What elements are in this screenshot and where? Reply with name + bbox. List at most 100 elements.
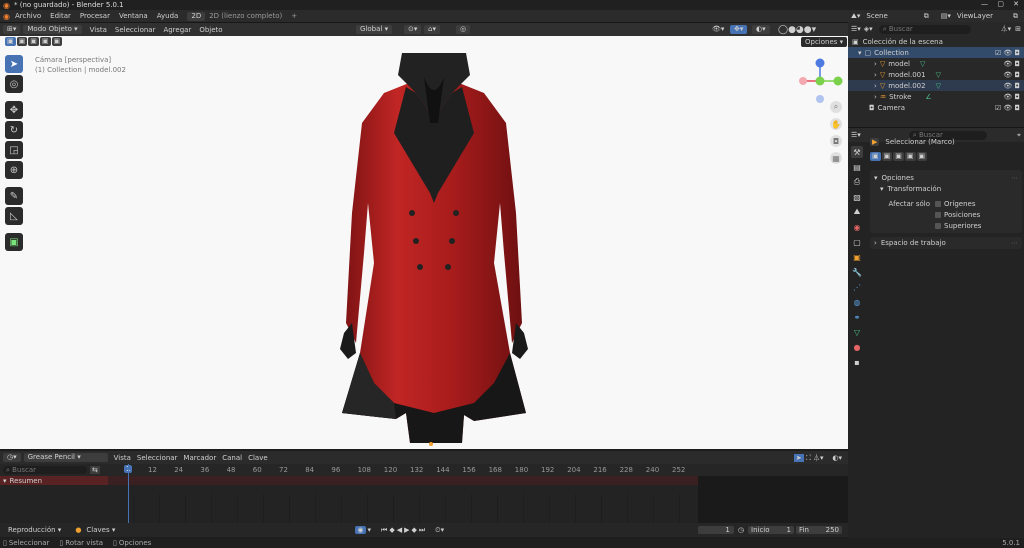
end-frame-field[interactable]: Fin 250 (796, 526, 842, 534)
menu-view[interactable]: Vista (90, 26, 107, 34)
mode-invert-icon[interactable]: ▣ (904, 151, 916, 161)
outliner-item-model[interactable]: › ▽ model ▽ 👁 ◘ (848, 58, 1024, 69)
cursor-tool[interactable]: ◎ (5, 75, 23, 93)
outliner-editor-icon[interactable]: ☰▾ (851, 25, 861, 33)
view-layer-icon[interactable]: ▤▾ (941, 12, 951, 20)
origins-checkbox[interactable] (935, 200, 941, 207)
scene-icon[interactable]: ⛰▾ (851, 12, 860, 21)
keyframe-area[interactable] (108, 494, 698, 523)
drag-handle-icon[interactable]: ⋯ (1011, 239, 1018, 247)
3d-viewport[interactable]: Cámara [perspectiva] (1) Collection | mo… (0, 23, 848, 449)
measure-tool[interactable]: ◺ (5, 207, 23, 225)
copy-layer-icon[interactable]: ⧉ (1013, 12, 1018, 21)
tool-tab-icon[interactable]: ⚒ (851, 146, 863, 158)
camera-icon[interactable]: ◘ (830, 135, 842, 147)
select-intersect-icon[interactable]: ▣ (51, 37, 63, 46)
timeline-editor-type-icon[interactable]: ◷▾ (3, 453, 21, 462)
output-tab-icon[interactable]: ⎙ (851, 176, 863, 188)
pivot-icon[interactable]: ⊙▾ (404, 25, 422, 34)
options-panel-header[interactable]: ▾ Opciones ⋯ (874, 172, 1018, 183)
grid-icon[interactable]: ▦ (830, 152, 842, 164)
expand-icon[interactable]: › (874, 82, 877, 90)
zoom-icon[interactable]: ⌕ (830, 101, 842, 113)
select-new-icon[interactable]: ▣ (5, 37, 16, 46)
add-cube-tool[interactable]: ▣ (5, 233, 23, 251)
constraints-tab-icon[interactable]: ⚭ (851, 311, 863, 323)
start-frame-field[interactable]: Inicio 1 (748, 526, 794, 534)
outliner-item-collection[interactable]: ▾ ▢ Collection ☑ 👁 ◘ (848, 47, 1024, 58)
select-box-tool[interactable]: ➤ (5, 55, 23, 73)
playback-controls[interactable]: ⏮◆◀▶◆⏭ (381, 526, 427, 535)
object-tab-icon[interactable]: ▣ (851, 251, 863, 263)
shading-modes[interactable]: ◯●◕●▾ (778, 25, 816, 35)
playback-dropdown[interactable]: Reproducción ▾ (8, 526, 61, 534)
add-workspace-icon[interactable]: + (291, 12, 297, 20)
mode-dropdown[interactable]: Modo Objeto ▾ (23, 25, 82, 34)
material-tab-icon[interactable]: ● (851, 341, 863, 353)
clock-icon[interactable]: ◷ (738, 526, 744, 534)
mode-extend-icon[interactable]: ▣ (881, 151, 893, 161)
outliner-item-stroke[interactable]: › ♒ Stroke ∠ 👁 ◘ (848, 91, 1024, 102)
loop-icon[interactable]: ⏲▾ (435, 526, 444, 535)
mode-new-icon[interactable]: ▣ (870, 151, 881, 161)
orientation-dropdown[interactable]: Global ▾ (356, 25, 393, 34)
expand-icon[interactable]: ▾ (858, 49, 862, 57)
filter-icon[interactable]: ⏃▾ (1001, 24, 1012, 34)
pan-icon[interactable]: ✋ (830, 118, 842, 130)
outliner-search[interactable]: ⌕ Buscar (878, 24, 971, 34)
workspace-panel-header[interactable]: › Espacio de trabajo ⋯ (870, 237, 1022, 249)
physics-tab-icon[interactable]: ◍ (851, 296, 863, 308)
keys-dropdown[interactable]: Claves ▾ (86, 526, 115, 534)
menu-object[interactable]: Objeto (199, 26, 222, 34)
close-icon[interactable]: ✕ (1013, 0, 1019, 8)
select-extend-icon[interactable]: ▣ (16, 37, 28, 46)
model-002-toggles[interactable]: 👁 ◘ (1003, 82, 1020, 90)
stroke-toggles[interactable]: 👁 ◘ (1003, 93, 1020, 101)
auto-key-icon[interactable]: ◉ (355, 526, 366, 534)
expand-icon[interactable]: › (874, 71, 877, 79)
select-subtract-icon[interactable]: ▣ (28, 37, 39, 46)
minimize-icon[interactable]: — (981, 0, 988, 8)
options-dropdown[interactable]: Opciones ▾ (801, 37, 848, 47)
data-tab-icon[interactable]: ▽ (851, 326, 863, 338)
overlay-icon[interactable]: ◐▾ (752, 25, 770, 34)
render-tab-icon[interactable]: ▤ (851, 161, 863, 173)
editor-type-icon[interactable]: ⊞▾ (3, 25, 21, 34)
timeline-mode-dropdown[interactable]: Grease Pencil ▾ (23, 453, 108, 462)
model-toggles[interactable]: 👁 ◘ (1003, 60, 1020, 68)
navigation-gizmo[interactable] (797, 58, 843, 104)
move-tool[interactable]: ✥ (5, 101, 23, 119)
mode-subtract-icon[interactable]: ▣ (893, 151, 904, 161)
expand-icon[interactable]: › (874, 93, 877, 101)
view-layer-name[interactable]: ViewLayer (957, 12, 993, 20)
menu-render[interactable]: Procesar (80, 12, 110, 20)
select-invert-icon[interactable]: ▣ (39, 37, 51, 46)
blender-menu-icon[interactable]: ◉ (3, 12, 10, 21)
auto-key-options-icon[interactable]: ▾ (368, 526, 372, 534)
scene-name[interactable]: Scene (866, 12, 887, 20)
outliner-scene-collection[interactable]: ▣ Colección de la escena (848, 36, 1024, 47)
properties-editor-icon[interactable]: ☰▾ (851, 131, 861, 139)
menu-file[interactable]: Archivo (15, 12, 41, 20)
timeline-search-box[interactable]: ⌕ Buscar ⇆ (0, 464, 108, 476)
timeline-filter-icons[interactable]: ➤ ⛶ ⏃▾ ◐▾ (793, 453, 842, 463)
expand-icon[interactable]: › (874, 60, 877, 68)
collection-tab-icon[interactable]: ▢ (851, 236, 863, 248)
tab-2d[interactable]: 2D (187, 11, 206, 21)
effects-tab-icon[interactable]: ⋰ (851, 281, 863, 293)
menu-window[interactable]: Ventana (119, 12, 148, 20)
drag-handle-icon[interactable]: ⋯ (1011, 174, 1018, 182)
timeline-menu-key[interactable]: Clave (248, 454, 268, 462)
scene-tab-icon[interactable]: ⛰ (851, 206, 863, 218)
scale-tool[interactable]: ◲ (5, 141, 23, 159)
timeline-menu-view[interactable]: Vista (114, 454, 131, 462)
annotate-tool[interactable]: ✎ (5, 187, 23, 205)
visibility-icon[interactable]: 👁▾ (712, 25, 724, 33)
view-layer-tab-icon[interactable]: ▧ (851, 191, 863, 203)
outliner-item-model-001[interactable]: › ▽ model.001 ▽ 👁 ◘ (848, 69, 1024, 80)
transform-panel-header[interactable]: ▾ Transformación (874, 183, 1018, 194)
menu-add[interactable]: Agregar (163, 26, 191, 34)
menu-select[interactable]: Seleccionar (115, 26, 156, 34)
model-001-toggles[interactable]: 👁 ◘ (1003, 71, 1020, 79)
timeline-menu-marker[interactable]: Marcador (183, 454, 216, 462)
